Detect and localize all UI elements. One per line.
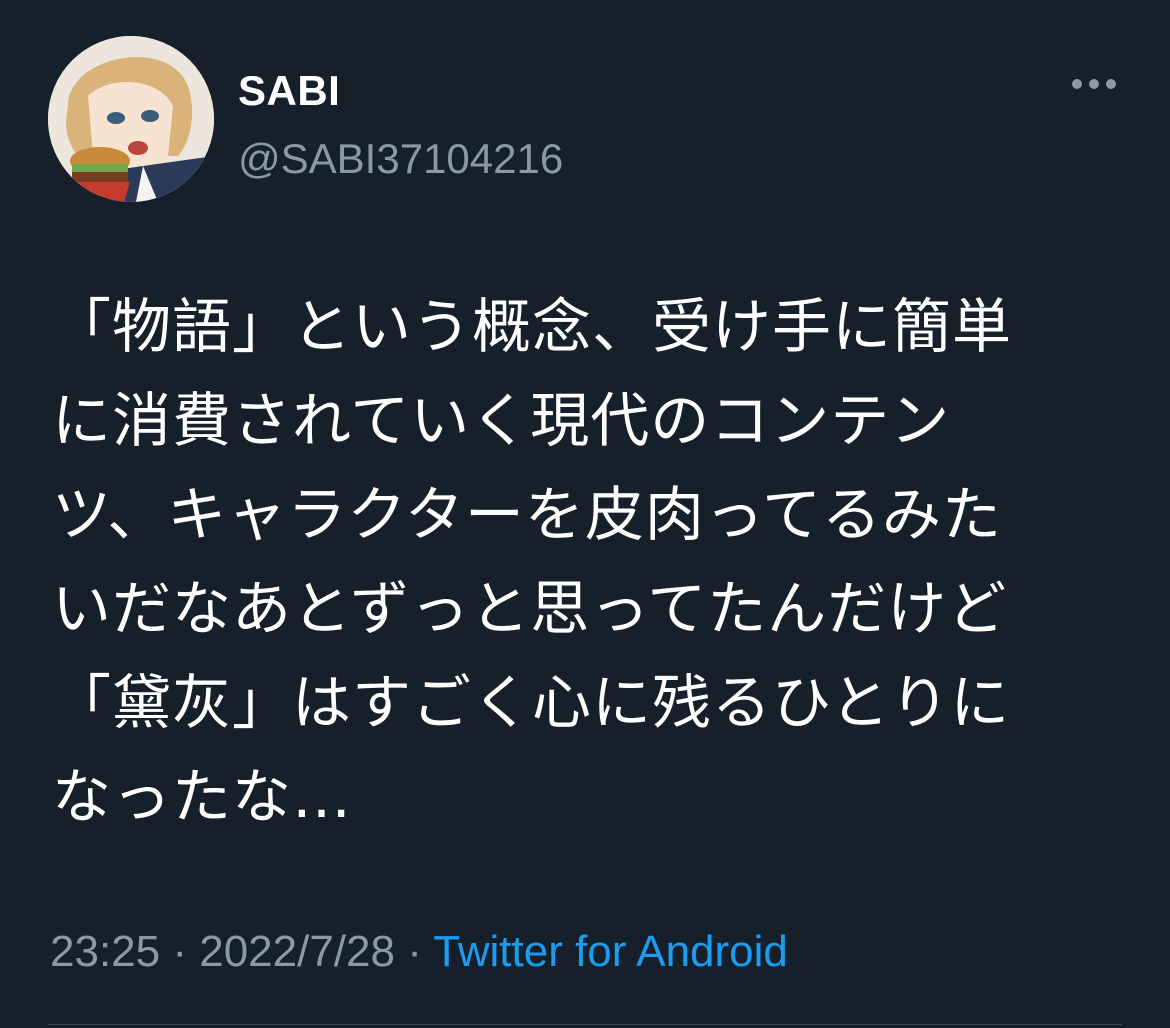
user-handle[interactable]: @SABI37104216 [238,134,563,184]
avatar-illustration-icon [48,36,214,202]
author-names: SABI @SABI37104216 [238,66,563,184]
more-dot [1072,79,1082,89]
tweet-detail: SABI @SABI37104216 「物語」という概念、受け手に簡単 に消費さ… [0,0,1170,1028]
meta-separator: · [160,927,200,976]
avatar[interactable] [48,36,214,202]
tweet-source-link[interactable]: Twitter for Android [433,927,788,976]
meta-separator: · [394,927,434,976]
tweet-date: 2022/7/28 [199,927,395,976]
tweet-time: 23:25 [50,927,161,976]
more-options-icon[interactable] [1072,74,1116,94]
tweet-metadata: 23:25 · 2022/7/28 · Twitter for Android [50,922,788,982]
display-name[interactable]: SABI [238,66,563,116]
tweet-text: 「物語」という概念、受け手に簡単 に消費されていく現代のコンテン ツ、キャラクタ… [52,292,1013,831]
tweet-header: SABI @SABI37104216 [48,36,1122,206]
more-dot [1089,79,1099,89]
divider [48,1024,1122,1025]
more-dot [1106,79,1116,89]
